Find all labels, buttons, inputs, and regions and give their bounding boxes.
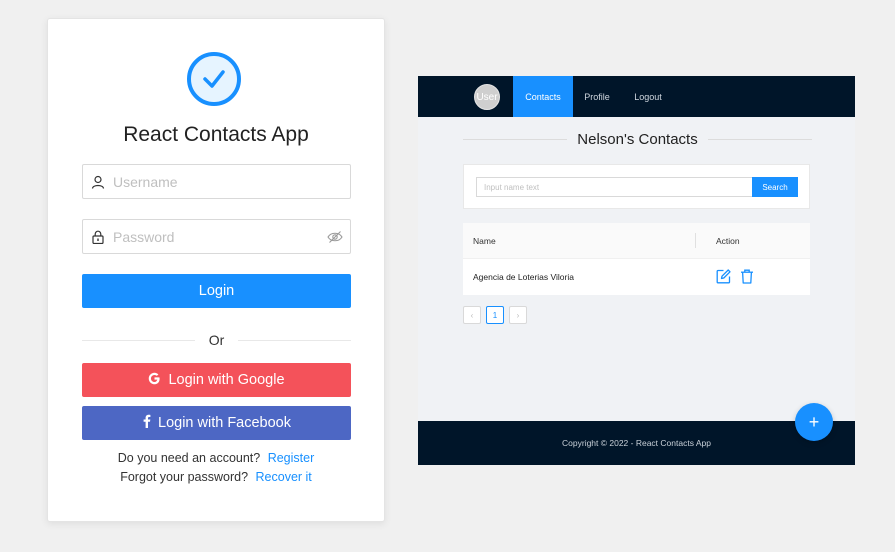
register-link[interactable]: Register: [268, 451, 315, 465]
google-login-button[interactable]: Login with Google: [82, 363, 351, 397]
pagination-prev-button[interactable]: ‹: [463, 306, 481, 324]
username-field[interactable]: [82, 164, 351, 199]
or-label: Or: [208, 332, 225, 348]
footer-copyright: Copyright © 2022 - React Contacts App: [562, 438, 711, 448]
edit-icon[interactable]: [716, 268, 731, 286]
contact-name: Agencia de Loterias Viloria: [473, 272, 574, 282]
lock-icon: [83, 230, 111, 244]
nav-item-contacts[interactable]: Contacts: [513, 76, 573, 117]
pagination: ‹ 1 ›: [463, 306, 527, 324]
search-panel: Search: [463, 164, 810, 209]
forgot-question: Forgot your password?: [120, 470, 249, 484]
eye-invisible-icon[interactable]: [320, 230, 350, 244]
login-card: React Contacts App Login: [47, 18, 385, 522]
avatar[interactable]: User: [474, 84, 500, 110]
or-divider: Or: [82, 331, 351, 349]
page-title: Nelson's Contacts: [577, 130, 698, 148]
column-header-name: Name: [473, 235, 496, 246]
register-question: Do you need an account?: [117, 451, 261, 465]
user-icon: [83, 175, 111, 189]
page-heading: Nelson's Contacts: [463, 128, 813, 150]
heading-line-right: [707, 138, 813, 140]
register-line: Do you need an account? Register: [48, 451, 384, 465]
add-contact-button[interactable]: +: [795, 403, 833, 441]
contacts-table: Name Action Agencia de Loterias Viloria: [463, 223, 810, 295]
nav-item-logout[interactable]: Logout: [628, 76, 668, 117]
facebook-icon: [142, 414, 151, 432]
pagination-page-1[interactable]: 1: [486, 306, 504, 324]
pagination-next-button[interactable]: ›: [509, 306, 527, 324]
column-separator: [695, 233, 696, 248]
search-input[interactable]: [476, 177, 753, 197]
navbar: User Contacts Profile Logout: [418, 76, 855, 117]
nav-item-profile[interactable]: Profile: [578, 76, 616, 117]
heading-line-left: [463, 138, 568, 140]
divider-line-right: [238, 339, 351, 341]
login-button-label: Login: [198, 283, 235, 299]
app-title: React Contacts App: [123, 123, 309, 146]
username-input[interactable]: [111, 172, 350, 191]
table-header: Name Action: [463, 223, 810, 259]
search-button[interactable]: Search: [752, 177, 798, 197]
password-field[interactable]: [82, 219, 351, 254]
recover-line: Forgot your password? Recover it: [48, 470, 384, 484]
facebook-login-label: Login with Facebook: [158, 415, 291, 431]
password-input[interactable]: [111, 227, 320, 246]
footer: Copyright © 2022 - React Contacts App: [418, 421, 855, 465]
google-login-label: Login with Google: [168, 372, 285, 388]
contacts-app: User Contacts Profile Logout Nelson's Co…: [418, 76, 855, 465]
google-icon: [148, 372, 161, 389]
recover-link[interactable]: Recover it: [256, 470, 312, 484]
facebook-login-button[interactable]: Login with Facebook: [82, 406, 351, 440]
login-button[interactable]: Login: [82, 274, 351, 308]
table-row: Agencia de Loterias Viloria: [463, 259, 810, 295]
delete-icon[interactable]: [740, 269, 754, 286]
check-circle-icon: [187, 52, 241, 106]
row-actions: [705, 268, 754, 286]
divider-line-left: [82, 339, 195, 341]
column-header-action: Action: [716, 235, 740, 246]
